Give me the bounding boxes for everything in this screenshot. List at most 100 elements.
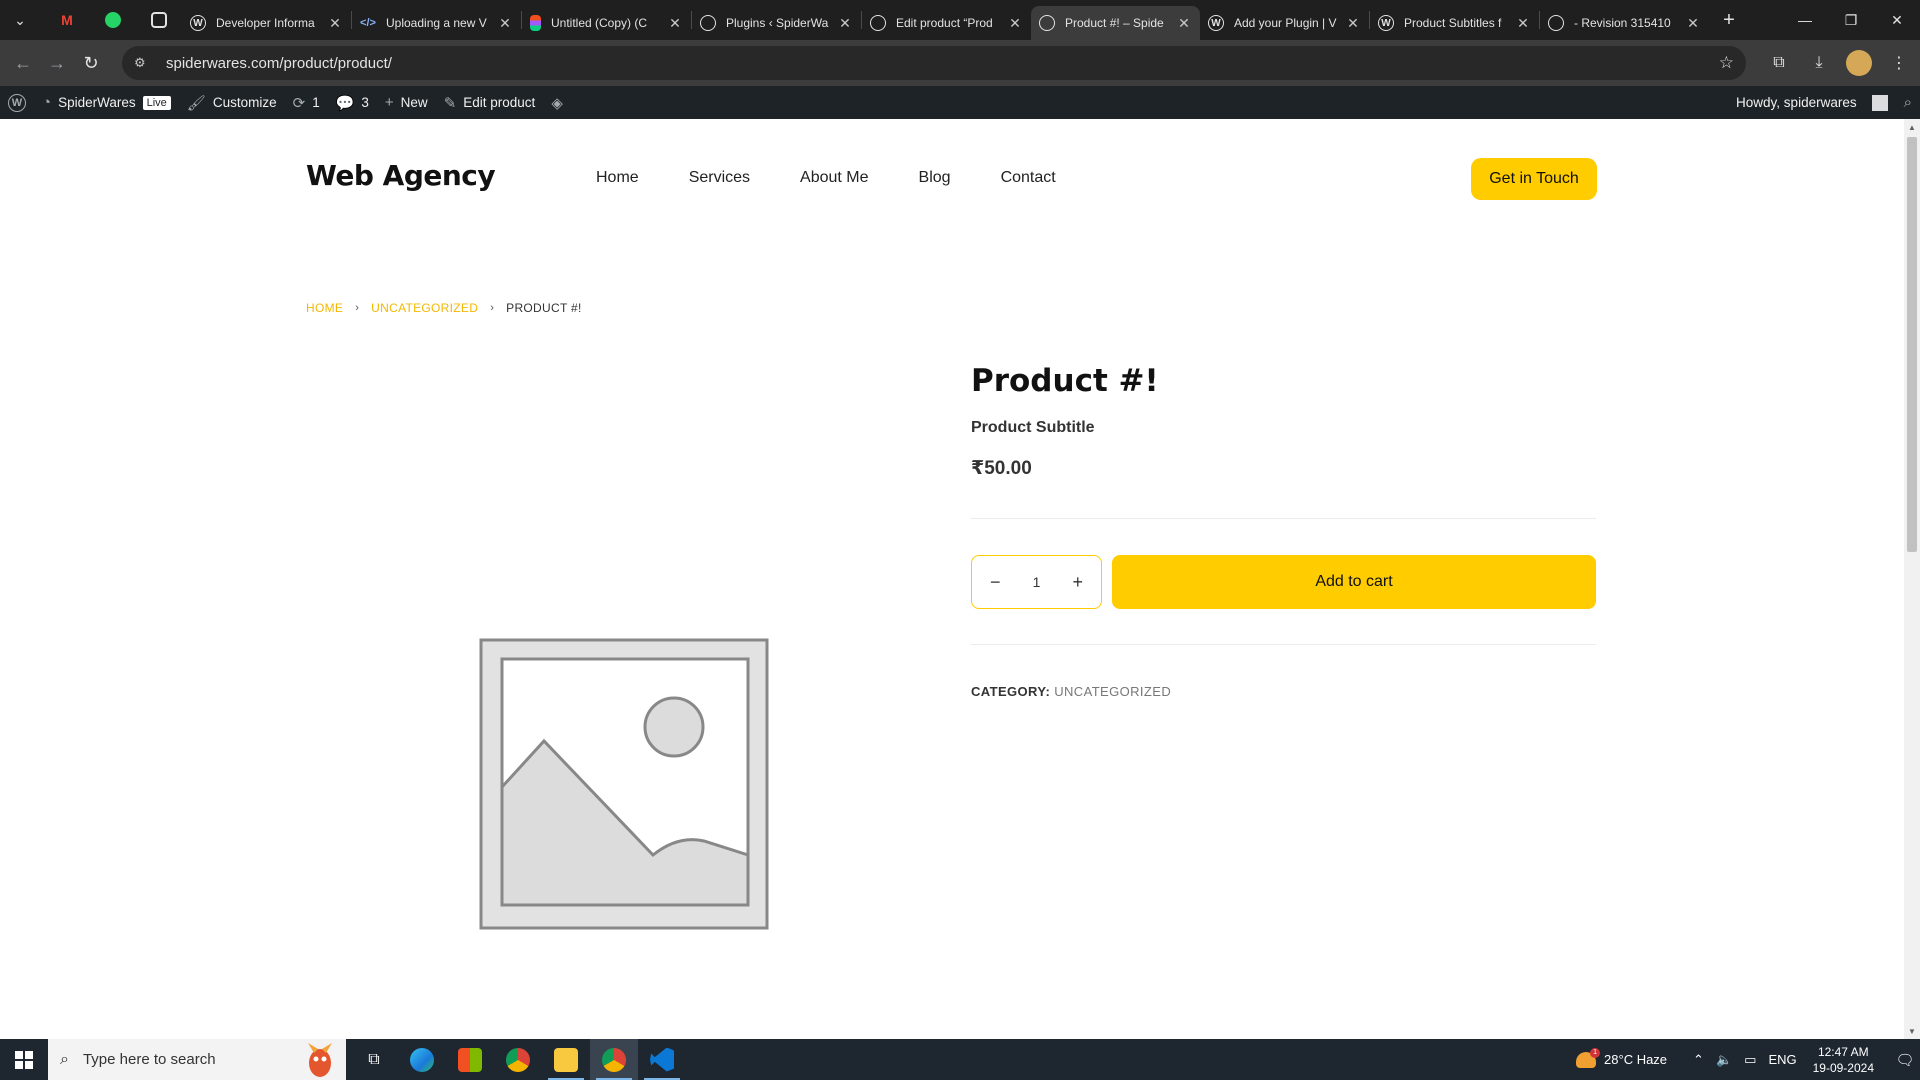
- tab-gmail[interactable]: M: [44, 0, 90, 40]
- taskbar-chrome[interactable]: [494, 1039, 542, 1080]
- nav-contact[interactable]: Contact: [1001, 169, 1056, 187]
- nav-about-me[interactable]: About Me: [800, 169, 868, 187]
- close-icon[interactable]: ✕: [1685, 15, 1701, 32]
- tab-chatgpt[interactable]: [136, 0, 182, 40]
- tab-developer-information[interactable]: W Developer Informa ✕: [182, 6, 351, 40]
- taskbar-edge[interactable]: [398, 1039, 446, 1080]
- tab-product-active[interactable]: Product #! – Spide ✕: [1031, 6, 1200, 40]
- taskbar-file-explorer[interactable]: [542, 1039, 590, 1080]
- close-icon[interactable]: ✕: [1515, 15, 1531, 32]
- profile-avatar[interactable]: [1846, 50, 1872, 76]
- taskbar-clock[interactable]: 12:47 AM 19-09-2024: [1813, 1044, 1874, 1076]
- edit-product-label: Edit product: [463, 95, 536, 110]
- more-menu-icon[interactable]: ⋮: [1886, 50, 1912, 76]
- adminbar-search[interactable]: ⌕: [1896, 86, 1920, 119]
- taskbar-vscode[interactable]: [638, 1039, 686, 1080]
- volume-icon[interactable]: 🔈: [1716, 1052, 1732, 1068]
- bookmark-star-icon[interactable]: ☆: [1719, 53, 1734, 73]
- tab-plugins[interactable]: Plugins ‹ SpiderWa ✕: [692, 6, 861, 40]
- task-view-button[interactable]: ⧉: [350, 1039, 398, 1080]
- tab-uploading-new-version[interactable]: </> Uploading a new V ✕: [352, 6, 521, 40]
- breadcrumb-category[interactable]: UNCATEGORIZED: [371, 301, 478, 315]
- minimize-button[interactable]: —: [1782, 0, 1828, 40]
- nav-home[interactable]: Home: [596, 169, 639, 187]
- nav-blog[interactable]: Blog: [919, 169, 951, 187]
- tab-revision[interactable]: - Revision 315410 ✕: [1540, 6, 1709, 40]
- extensions-icon[interactable]: ⧉: [1766, 50, 1792, 76]
- edit-product-link[interactable]: ✎ Edit product: [436, 86, 544, 119]
- wordpress-icon: W: [190, 15, 206, 31]
- scroll-down-arrow-icon[interactable]: ▼: [1904, 1023, 1920, 1039]
- tab-figma-untitled[interactable]: Untitled (Copy) (C ✕: [522, 6, 691, 40]
- nav-services[interactable]: Services: [689, 169, 750, 187]
- close-icon[interactable]: ✕: [667, 15, 683, 32]
- reload-button[interactable]: ↻: [74, 46, 108, 80]
- chevron-up-icon[interactable]: ⌃: [1693, 1052, 1704, 1068]
- tab-product-subtitles[interactable]: W Product Subtitles f ✕: [1370, 6, 1539, 40]
- taskbar-apps: ⧉: [350, 1039, 686, 1080]
- quantity-input[interactable]: 1: [1033, 574, 1041, 590]
- customize-link[interactable]: 🖌 Customize: [179, 86, 285, 119]
- tab-edit-product[interactable]: Edit product “Prod ✕: [862, 6, 1031, 40]
- breadcrumb-current: PRODUCT #!: [506, 301, 582, 315]
- taskbar-chrome-active[interactable]: [590, 1039, 638, 1080]
- quantity-decrease-button[interactable]: −: [990, 572, 1001, 593]
- comments-link[interactable]: 💬 3: [328, 86, 377, 119]
- chevron-down-icon: ⌄: [14, 11, 26, 28]
- category-link[interactable]: UNCATEGORIZED: [1054, 684, 1171, 699]
- add-to-cart-button[interactable]: Add to cart: [1112, 555, 1596, 609]
- site-info-icon[interactable]: ⚙: [134, 55, 154, 71]
- wp-logo-menu[interactable]: W: [0, 86, 34, 119]
- back-button[interactable]: ←: [6, 46, 40, 80]
- notification-icon[interactable]: 🗨: [1890, 1051, 1920, 1069]
- url-text[interactable]: spiderwares.com/product/product/: [166, 55, 392, 72]
- page-scrollbar[interactable]: ▲ ▼: [1904, 119, 1920, 1039]
- chrome-profile-icon: [602, 1047, 626, 1072]
- close-window-button[interactable]: ✕: [1874, 0, 1920, 40]
- my-account-menu[interactable]: Howdy, spiderwares: [1728, 86, 1896, 119]
- tab-add-your-plugin[interactable]: W Add your Plugin | V ✕: [1200, 6, 1369, 40]
- toolbar-actions: ⧉ ⤓ ⋮: [1766, 46, 1912, 80]
- quantity-increase-button[interactable]: +: [1072, 572, 1083, 593]
- tab-title: Uploading a new V: [386, 16, 487, 30]
- tab-title: Edit product “Prod: [896, 16, 993, 30]
- product-meta: CATEGORY: UNCATEGORIZED: [971, 684, 1171, 699]
- taskbar-search-placeholder: Type here to search: [82, 1051, 216, 1068]
- weather-widget[interactable]: 1 28°C Haze: [1576, 1047, 1667, 1068]
- breadcrumb-home[interactable]: HOME: [306, 301, 343, 315]
- restore-button[interactable]: ❐: [1828, 0, 1874, 40]
- updates-link[interactable]: ⟳ 1: [285, 86, 328, 119]
- product-image-placeholder[interactable]: [478, 637, 770, 931]
- close-icon[interactable]: ✕: [1345, 15, 1361, 32]
- network-icon[interactable]: ▭: [1744, 1052, 1756, 1068]
- tab-search-button[interactable]: ⌄: [6, 6, 34, 34]
- site-name-menu[interactable]: ◔ SpiderWares Live: [34, 86, 179, 119]
- close-icon[interactable]: ✕: [837, 15, 853, 32]
- scrollbar-thumb[interactable]: [1907, 137, 1917, 552]
- close-icon[interactable]: ✕: [1176, 15, 1192, 32]
- new-tab-button[interactable]: +: [1715, 6, 1743, 34]
- code-icon: </>: [360, 17, 376, 29]
- whatsapp-icon: [105, 12, 121, 28]
- language-indicator[interactable]: ENG: [1768, 1052, 1796, 1067]
- plugin-menu[interactable]: ◈: [543, 86, 571, 119]
- tab-whatsapp[interactable]: [90, 0, 136, 40]
- adminbar-right: Howdy, spiderwares ⌕: [1728, 86, 1920, 119]
- close-icon[interactable]: ✕: [327, 15, 343, 32]
- page-content: Web Agency Home Services About Me Blog C…: [0, 119, 1904, 1039]
- taskbar-search[interactable]: ⌕ Type here to search: [48, 1039, 346, 1080]
- address-bar[interactable]: ⚙ spiderwares.com/product/product/ ☆: [122, 46, 1746, 80]
- chrome-icon: [506, 1047, 530, 1072]
- close-icon[interactable]: ✕: [1007, 15, 1023, 32]
- download-icon[interactable]: ⤓: [1806, 50, 1832, 76]
- site-logo[interactable]: Web Agency: [306, 159, 496, 192]
- clock-time: 12:47 AM: [1817, 1044, 1869, 1059]
- product-title: Product #!: [971, 363, 1159, 399]
- start-button[interactable]: [0, 1039, 48, 1080]
- scroll-up-arrow-icon[interactable]: ▲: [1904, 119, 1920, 135]
- close-icon[interactable]: ✕: [497, 15, 513, 32]
- forward-button[interactable]: →: [40, 46, 74, 80]
- get-in-touch-button[interactable]: Get in Touch: [1471, 158, 1597, 200]
- taskbar-store[interactable]: [446, 1039, 494, 1080]
- new-content-menu[interactable]: + New: [377, 86, 436, 119]
